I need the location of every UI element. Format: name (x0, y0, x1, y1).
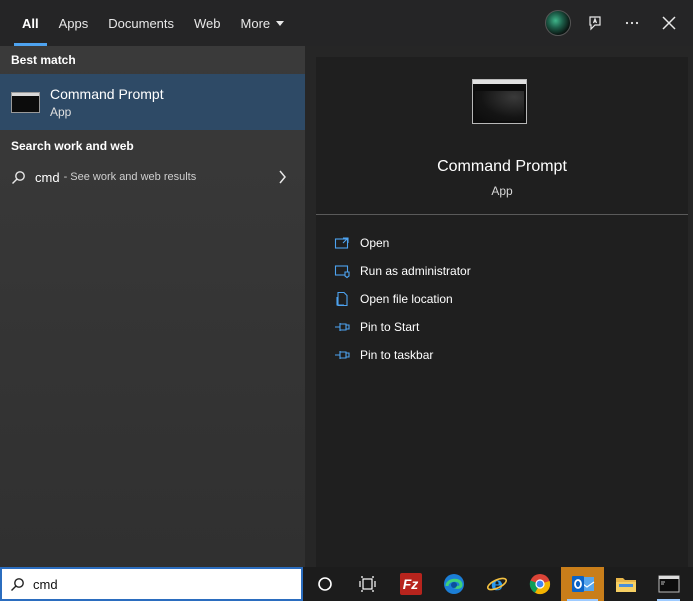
file-explorer-button[interactable] (604, 567, 647, 601)
internet-explorer-icon: e (486, 573, 507, 595)
best-match-text: Command Prompt App (50, 86, 164, 119)
web-result-description: - See work and web results (63, 171, 197, 183)
best-match-title: Command Prompt (50, 85, 164, 102)
cortana-button[interactable] (303, 567, 346, 601)
action-open-file-location-label: Open file location (360, 292, 453, 306)
avatar (544, 10, 571, 36)
action-pin-to-start[interactable]: Pin to Start (334, 313, 471, 341)
internet-explorer-button[interactable]: e (475, 567, 518, 601)
command-prompt-icon (658, 575, 679, 593)
tab-apps-label: Apps (58, 15, 89, 31)
edge-button[interactable] (432, 567, 475, 601)
preview-panel: Command Prompt App Open Run as administr… (305, 46, 693, 567)
web-result-term: cmd (35, 169, 60, 185)
tab-documents-label: Documents (108, 15, 175, 31)
preview-divider (316, 214, 688, 215)
tab-web-label: Web (194, 15, 221, 31)
tab-apps[interactable]: Apps (49, 0, 99, 46)
preview-subtitle: App (491, 184, 513, 198)
outlook-button[interactable] (561, 567, 604, 601)
preview-actions: Open Run as administrator Open file loca… (334, 229, 471, 369)
feedback-button[interactable] (576, 0, 613, 46)
action-pin-to-start-label: Pin to Start (360, 320, 420, 334)
close-icon (661, 16, 676, 30)
search-icon (12, 170, 25, 184)
chrome-button[interactable] (518, 567, 561, 601)
close-button[interactable] (650, 0, 687, 46)
command-prompt-icon (11, 91, 40, 113)
chevron-right-icon[interactable] (278, 170, 287, 184)
tab-more-label: More (240, 15, 271, 31)
action-pin-to-taskbar-label: Pin to taskbar (360, 348, 434, 362)
more-options-button[interactable] (613, 0, 650, 46)
file-location-icon (336, 291, 348, 307)
open-icon (334, 237, 349, 249)
action-open-file-location[interactable]: Open file location (334, 285, 471, 313)
account-button[interactable] (539, 0, 576, 46)
best-match-heading: Best match (11, 53, 76, 67)
chevron-down-icon (276, 21, 285, 26)
tab-more[interactable]: More (231, 0, 295, 46)
pin-icon (335, 351, 350, 359)
taskbar-search-box[interactable] (0, 567, 303, 601)
web-result-item[interactable]: cmd - See work and web results (0, 160, 305, 194)
task-view-button[interactable] (346, 567, 389, 601)
tab-all-label: All (22, 15, 39, 31)
preview-card: Command Prompt App Open Run as administr… (316, 57, 688, 567)
search-input[interactable] (33, 576, 283, 592)
search-icon (11, 577, 24, 591)
edge-icon (443, 574, 464, 594)
filezilla-button[interactable]: Fz (389, 567, 432, 601)
preview-title: Command Prompt (437, 158, 567, 175)
chrome-icon (529, 574, 550, 595)
tab-all[interactable]: All (12, 0, 49, 46)
action-run-as-administrator[interactable]: Run as administrator (334, 257, 471, 285)
tab-documents[interactable]: Documents (98, 0, 184, 46)
filezilla-icon: Fz (399, 573, 422, 595)
results-panel: Best match Command Prompt App Search wor… (0, 46, 305, 567)
command-prompt-large-icon (472, 79, 527, 124)
action-pin-to-taskbar[interactable]: Pin to taskbar (334, 341, 471, 369)
outlook-icon (571, 576, 594, 592)
folder-icon (615, 578, 636, 592)
action-open-label: Open (360, 236, 390, 250)
run-as-admin-icon (334, 265, 350, 279)
command-prompt-taskbar-button[interactable] (647, 567, 690, 601)
action-run-as-administrator-label: Run as administrator (360, 264, 471, 278)
top-actions (539, 0, 693, 46)
task-view-icon (358, 576, 376, 592)
best-match-item[interactable]: Command Prompt App (0, 74, 305, 130)
search-scope-bar: All Apps Documents Web More (0, 0, 693, 46)
tab-web[interactable]: Web (184, 0, 231, 46)
best-match-subtitle: App (50, 104, 72, 119)
taskbar: Fz e (0, 567, 693, 601)
action-open[interactable]: Open (334, 229, 471, 257)
cortana-icon (317, 577, 332, 591)
pin-icon (335, 323, 350, 331)
feedback-icon (588, 16, 601, 31)
ellipsis-icon (625, 21, 638, 25)
scope-tabs: All Apps Documents Web More (0, 0, 294, 46)
web-heading: Search work and web (11, 139, 134, 153)
svg-text:e: e (490, 573, 502, 595)
